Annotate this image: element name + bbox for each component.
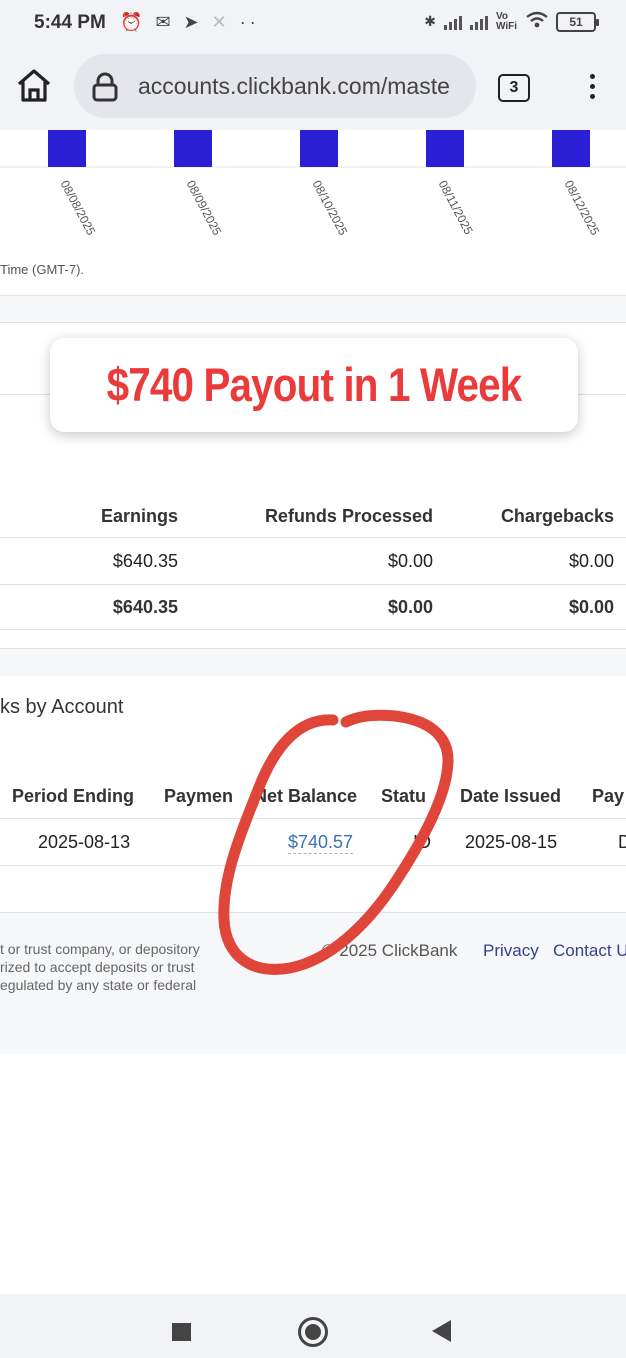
row-divider [0, 818, 626, 819]
col-status: Statu [381, 786, 426, 806]
vowifi-icon: Vo WiFi [496, 10, 518, 32]
chart-x-label: 08/12/2025 [561, 178, 603, 238]
signal-icon [470, 14, 488, 30]
total-cell: $0.00 [568, 597, 614, 617]
copyright: © 2025 ClickBank [322, 941, 458, 960]
divider [0, 912, 626, 913]
pay-value: D [618, 832, 626, 852]
section-gap [0, 648, 626, 676]
tab-switcher-button[interactable]: 3 [498, 74, 530, 102]
contact-link[interactable]: Contact U [553, 941, 626, 961]
divider [0, 648, 626, 649]
chart-bar [552, 130, 590, 167]
disclaimer-line: rized to accept deposits or trust [0, 959, 195, 975]
home-button[interactable] [14, 66, 54, 106]
payout-caption: $740 Payout in 1 Week [50, 338, 578, 432]
table-cell: $0.00 [387, 551, 433, 571]
privacy-link[interactable]: Privacy [483, 941, 539, 961]
home-icon [17, 69, 51, 102]
x-icon: ✕ [211, 12, 231, 32]
status-time: 5:44 PM [34, 12, 106, 33]
chart-bar [174, 130, 212, 167]
col-refunds: Refunds Processed [264, 506, 433, 526]
chart-x-label: 08/11/2025 [435, 178, 476, 237]
sales-chart: 08/08/2025 08/09/2025 08/10/2025 08/11/2… [0, 130, 626, 295]
row-divider [0, 584, 626, 585]
row-divider [0, 537, 626, 538]
telegram-icon: ➤ [183, 12, 203, 32]
period-ending-value: 2025-08-13 [38, 832, 131, 852]
notification-icons: ⏰ ✉ ➤ ✕ ·· [120, 12, 260, 33]
chart-x-label: 08/10/2025 [309, 178, 351, 238]
battery-icon: 51 [556, 11, 599, 32]
chart-x-label: 08/08/2025 [57, 178, 99, 238]
status-bar: 5:44 PM ⏰ ✉ ➤ ✕ ·· ✱ Vo WiFi 51 [0, 0, 626, 46]
timezone-note: Time (GMT-7). [0, 262, 85, 277]
row-divider [0, 629, 626, 630]
status-value: ID [413, 832, 431, 852]
wifi-icon [526, 11, 548, 32]
disclaimer-line: egulated by any state or federal [0, 977, 197, 993]
signal-icon [444, 14, 462, 30]
system-nav-bar [0, 1294, 626, 1358]
gmail-icon: ✉ [155, 12, 175, 32]
browser-toolbar: accounts.clickbank.com/maste 3 [0, 46, 626, 130]
checks-section-title: ks by Account [0, 696, 124, 718]
col-period-ending: Period Ending [12, 786, 135, 806]
lock-icon [92, 72, 118, 102]
chart-bars [0, 130, 626, 168]
chart-bar [48, 130, 86, 167]
chart-x-label: 08/09/2025 [183, 178, 225, 238]
col-pay: Pay [592, 786, 625, 806]
status-right: ✱ Vo WiFi 51 [424, 10, 599, 32]
copyright-text: 2025 ClickBank [339, 941, 458, 960]
col-date-issued: Date Issued [460, 786, 562, 806]
payout-caption-text: $740 Payout in 1 Week [106, 358, 523, 411]
home-nav-button[interactable] [298, 1317, 328, 1347]
alarm-icon: ⏰ [120, 12, 147, 32]
row-divider [0, 865, 626, 866]
col-earnings: Earnings [100, 506, 178, 526]
bluetooth-icon: ✱ [424, 13, 436, 29]
table-cell: $0.00 [568, 551, 614, 571]
address-bar[interactable]: accounts.clickbank.com/maste [74, 54, 476, 118]
more-dots-icon: ·· [239, 12, 260, 32]
total-cell: $640.35 [112, 597, 178, 617]
browser-menu-button[interactable] [582, 70, 602, 106]
recents-button[interactable] [172, 1323, 191, 1341]
net-balance-link[interactable]: $740.57 [288, 832, 354, 854]
url-text: accounts.clickbank.com/maste [138, 73, 450, 99]
chart-bar [426, 130, 464, 167]
table-cell: $640.35 [112, 551, 178, 571]
col-payment: Paymen [164, 786, 234, 806]
footer-disclaimer: t or trust company, or depository rized … [0, 940, 200, 994]
date-issued-value: 2025-08-15 [465, 832, 558, 852]
col-net-balance: Net Balance [250, 786, 358, 807]
back-button[interactable] [432, 1320, 451, 1342]
total-cell: $0.00 [387, 597, 433, 617]
divider [0, 322, 626, 323]
chart-bar [300, 130, 338, 167]
section-gap [0, 296, 626, 322]
col-chargebacks: Chargebacks [500, 506, 614, 526]
disclaimer-line: t or trust company, or depository [0, 941, 200, 957]
